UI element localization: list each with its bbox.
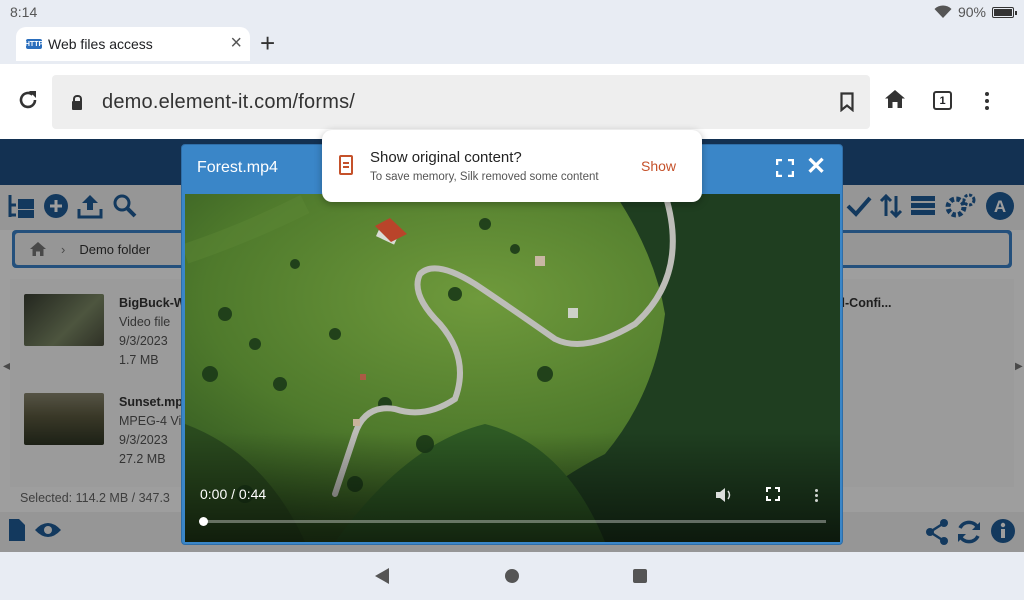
video-more-icon[interactable] [815, 489, 818, 502]
wifi-icon [934, 5, 952, 18]
status-bar: 8:14 90% [0, 0, 1024, 24]
new-tab-button[interactable]: + [260, 28, 275, 58]
overflow-menu-icon[interactable] [985, 92, 989, 110]
silk-content-popup: Show original content? To save memory, S… [322, 130, 702, 202]
document-icon [339, 155, 353, 175]
popup-title: Show original content? [370, 149, 522, 166]
video-time: 0:00 / 0:44 [200, 486, 267, 502]
modal-title: Forest.mp4 [197, 159, 278, 176]
video-modal: Forest.mp4 ✕ 0:00 / 0:44 [181, 144, 843, 545]
tab-strip: HTTP Web files access × + [0, 24, 1024, 64]
volume-icon[interactable] [715, 487, 733, 503]
fullscreen-icon[interactable] [776, 159, 794, 177]
reload-icon[interactable] [16, 88, 40, 112]
close-tab-icon[interactable]: × [230, 33, 242, 53]
browser-tab[interactable]: HTTP Web files access × [16, 27, 250, 61]
address-bar[interactable]: demo.element-it.com/forms/ [52, 75, 870, 129]
close-modal-button[interactable]: ✕ [806, 155, 826, 179]
show-button[interactable]: Show [641, 158, 676, 174]
home-icon[interactable] [884, 89, 906, 109]
home-button-icon[interactable] [505, 569, 519, 583]
popup-subtitle: To save memory, Silk removed some conten… [370, 171, 599, 183]
video-progress-bar[interactable] [199, 517, 826, 526]
battery-icon [992, 6, 1017, 18]
bookmark-icon[interactable] [840, 92, 854, 112]
video-player[interactable]: 0:00 / 0:44 [185, 194, 840, 542]
status-time: 8:14 [10, 4, 38, 20]
url-text[interactable]: demo.element-it.com/forms/ [102, 91, 355, 114]
battery-percent: 90% [957, 4, 986, 20]
lock-icon [72, 94, 82, 110]
system-nav-bar [0, 552, 1024, 600]
browser-toolbar: demo.element-it.com/forms/ 1 [0, 64, 1024, 139]
tab-title: Web files access [48, 36, 153, 52]
video-fullscreen-icon[interactable] [766, 487, 780, 501]
tab-switcher-button[interactable]: 1 [933, 91, 952, 110]
progress-knob[interactable] [199, 517, 208, 526]
site-favicon-icon: HTTP [24, 39, 44, 49]
back-icon[interactable] [375, 568, 389, 584]
recents-icon[interactable] [633, 569, 647, 583]
